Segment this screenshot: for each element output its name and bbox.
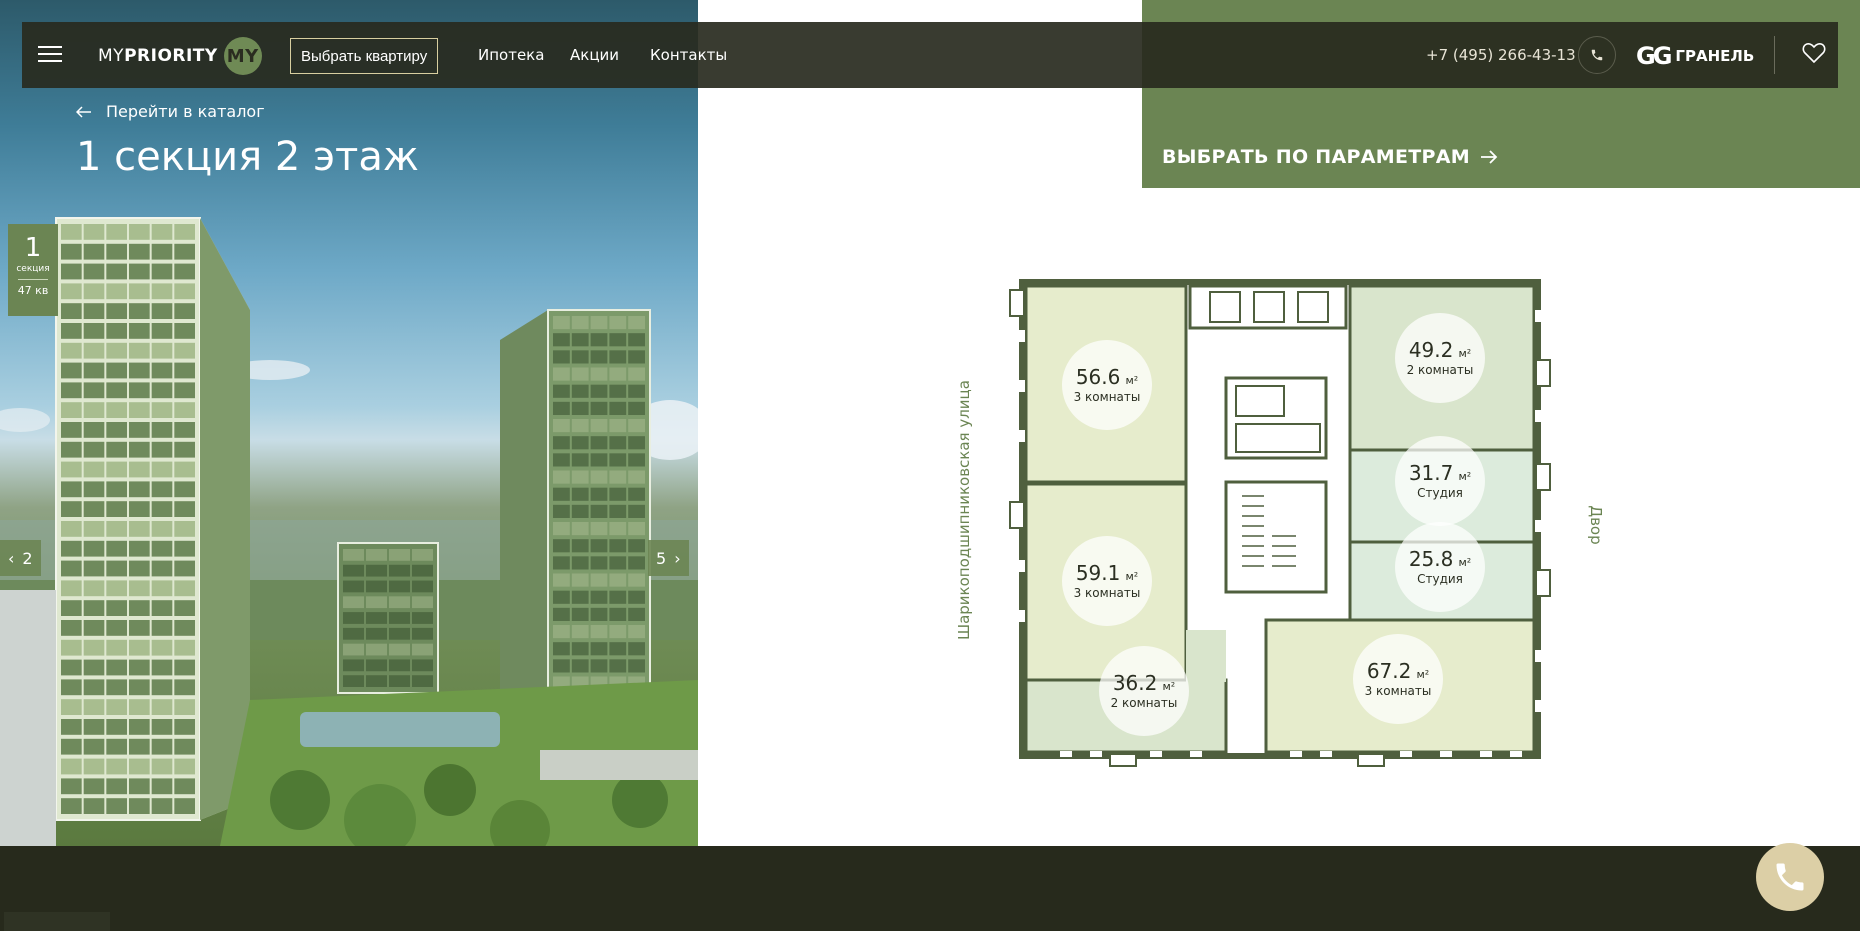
- apartment-area: 25.8: [1408, 547, 1454, 571]
- apartment-unit: м²: [1416, 668, 1430, 681]
- filter-by-params-label: ВЫБРАТЬ ПО ПАРАМЕТРАМ: [1162, 146, 1470, 168]
- apartment-rooms: 2 комнаты: [1406, 363, 1474, 377]
- back-to-catalog-link[interactable]: Перейти в каталог: [76, 102, 265, 121]
- section-label: секция: [16, 264, 50, 274]
- phone-icon: [1591, 49, 1603, 61]
- page-title: 1 секция 2 этаж: [76, 134, 419, 180]
- footer-tab: [4, 912, 110, 931]
- apartment-badge[interactable]: 59.1 м² 3 комнаты: [1062, 536, 1152, 626]
- apartment-rooms: 3 комнаты: [1073, 586, 1141, 600]
- apartment-rooms: 2 комнаты: [1110, 696, 1178, 710]
- apartment-badge[interactable]: 67.2 м² 3 комнаты: [1353, 634, 1443, 724]
- nav-mortgage[interactable]: Ипотека: [478, 46, 544, 64]
- apartment-area: 59.1: [1075, 561, 1121, 585]
- arrow-left-icon: [76, 105, 91, 118]
- section-number: 1: [24, 233, 42, 263]
- apartment-rooms: 3 комнаты: [1364, 684, 1432, 698]
- filter-by-params-link[interactable]: ВЫБРАТЬ ПО ПАРАМЕТРАМ: [1162, 146, 1498, 168]
- call-button[interactable]: [1756, 843, 1824, 911]
- apartment-badge[interactable]: 56.6 м² 3 комнаты: [1062, 340, 1152, 430]
- apartment-rooms: 3 комнаты: [1073, 390, 1141, 404]
- chevron-left-icon: ‹: [8, 548, 15, 568]
- section-apartment-count: 47 кв: [17, 284, 49, 297]
- building-illustration: [0, 217, 698, 846]
- developer-mark: GG: [1636, 42, 1672, 70]
- floor-plan: [1009, 279, 1551, 767]
- site-header: MY PRIORITY MY Выбрать квартиру Ипотека …: [22, 22, 1838, 88]
- apartment-unit: м²: [1458, 556, 1472, 569]
- apartment-area: 31.7: [1408, 461, 1454, 485]
- header-divider: [1774, 36, 1775, 74]
- apartment-badge[interactable]: 49.2 м² 2 комнаты: [1395, 313, 1485, 403]
- apartment-area: 67.2: [1366, 659, 1412, 683]
- prev-section-number: 2: [22, 548, 33, 568]
- back-to-catalog-label: Перейти в каталог: [106, 102, 265, 121]
- phone-number[interactable]: +7 (495) 266-43-13: [1426, 46, 1576, 64]
- nav-promotions[interactable]: Акции: [570, 46, 619, 64]
- section-card[interactable]: 1 секция 47 кв: [8, 224, 58, 316]
- section-divider: [18, 279, 48, 280]
- prev-section-button[interactable]: ‹ 2: [0, 540, 41, 576]
- logo-prefix: MY: [98, 46, 125, 66]
- apartment-rooms: Студия: [1417, 572, 1463, 586]
- apartment-unit: м²: [1125, 570, 1139, 583]
- apartment-rooms: Студия: [1417, 486, 1463, 500]
- footer: [0, 846, 1860, 931]
- logo-badge: MY: [223, 37, 262, 75]
- building-render-image: [0, 0, 698, 846]
- nav-contacts[interactable]: Контакты: [650, 46, 727, 64]
- apartment-unit: м²: [1125, 374, 1139, 387]
- developer-logo[interactable]: GG ГРАНЕЛЬ: [1636, 42, 1754, 70]
- logo[interactable]: MY PRIORITY MY: [98, 36, 262, 76]
- menu-icon[interactable]: [38, 46, 62, 64]
- next-section-number: 5: [656, 548, 667, 568]
- logo-name: PRIORITY: [124, 46, 218, 66]
- phone-button[interactable]: [1578, 36, 1616, 74]
- chevron-right-icon: ›: [674, 548, 681, 568]
- apartment-unit: м²: [1162, 680, 1176, 693]
- apartment-area: 49.2: [1408, 338, 1454, 362]
- apartment-badge[interactable]: 36.2 м² 2 комнаты: [1099, 646, 1189, 736]
- apartment-badge[interactable]: 25.8 м² Студия: [1395, 522, 1485, 612]
- heart-icon[interactable]: [1802, 42, 1826, 64]
- next-section-button[interactable]: 5 ›: [648, 540, 689, 576]
- apartment-shape: [1186, 630, 1226, 682]
- apartment-unit: м²: [1458, 347, 1472, 360]
- choose-apartment-button[interactable]: Выбрать квартиру: [290, 38, 439, 74]
- apartment-badge[interactable]: 31.7 м² Студия: [1395, 436, 1485, 526]
- apartment-area: 56.6: [1075, 365, 1121, 389]
- apartment-unit: м²: [1458, 470, 1472, 483]
- arrow-right-icon: [1480, 150, 1498, 164]
- developer-name: ГРАНЕЛЬ: [1675, 47, 1755, 65]
- phone-icon: [1776, 863, 1804, 891]
- apartment-area: 36.2: [1112, 671, 1158, 695]
